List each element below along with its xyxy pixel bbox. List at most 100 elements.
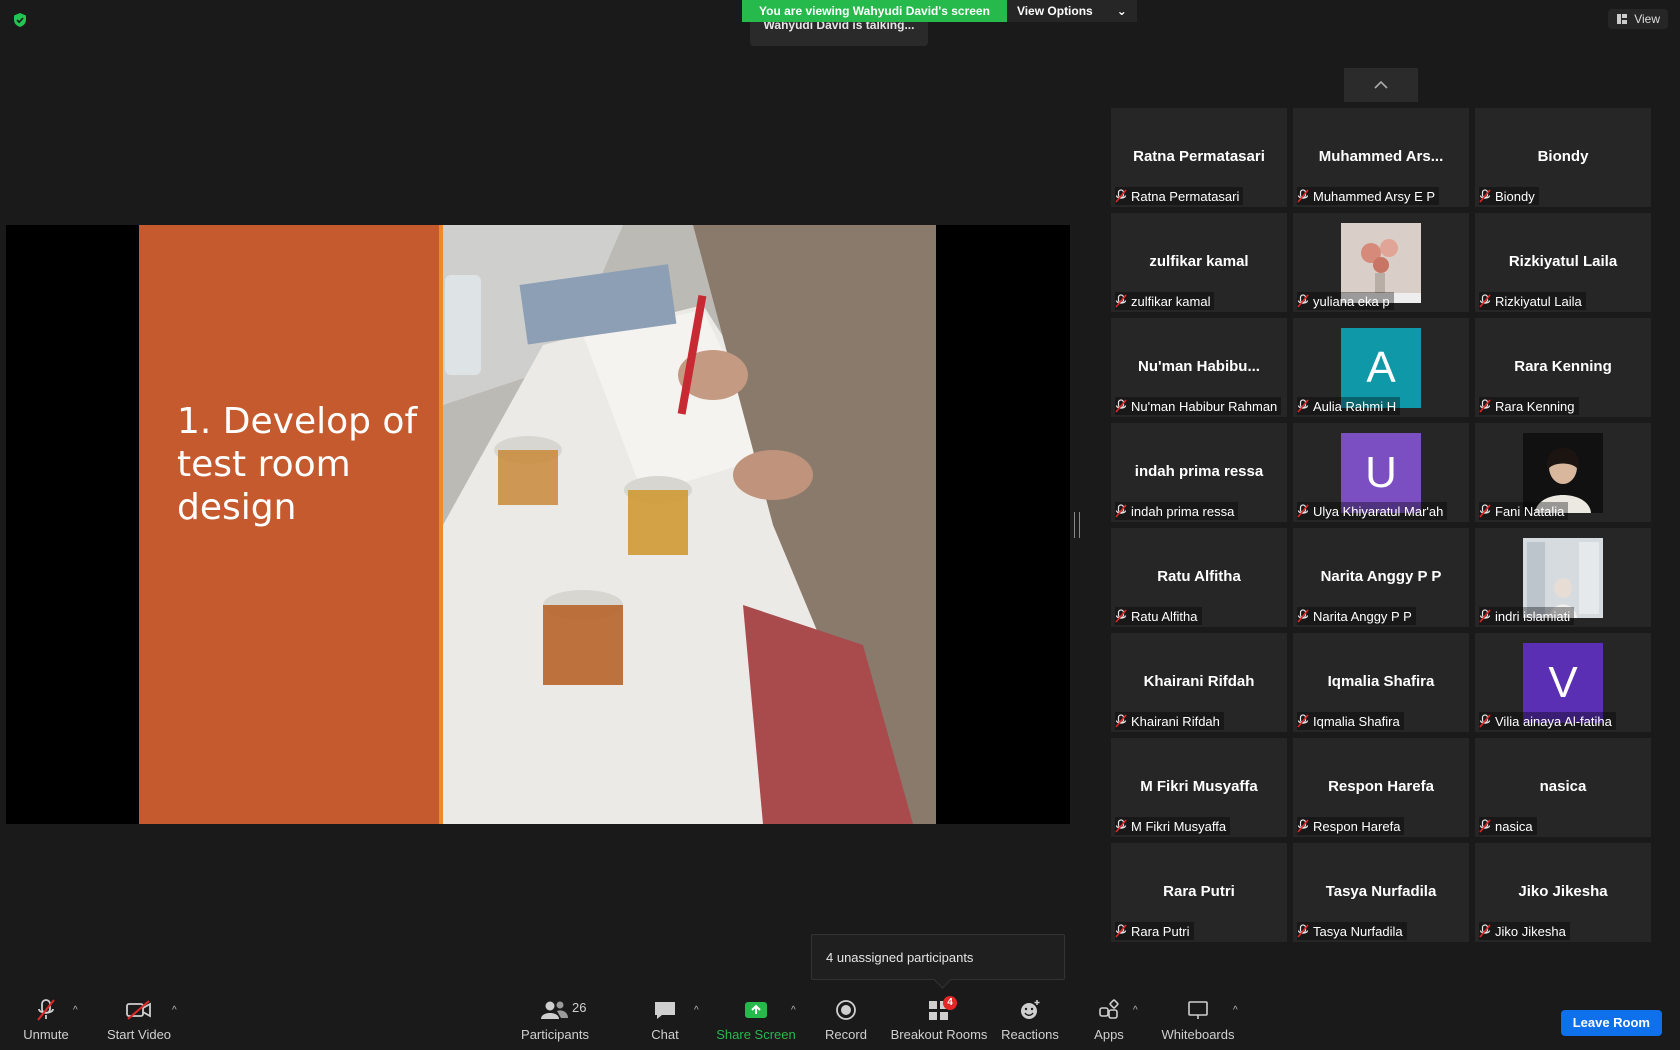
share-screen-label: Share Screen: [716, 1027, 796, 1042]
unassigned-participants-text: 4 unassigned participants: [826, 950, 974, 965]
participant-tile[interactable]: Khairani Rifdah Khairani Rifdah: [1111, 633, 1287, 732]
participants-label: Participants: [521, 1027, 589, 1042]
participant-tile[interactable]: indri islamiati: [1475, 528, 1651, 627]
participant-name-label: Aulia Rahmi H: [1297, 397, 1401, 415]
participant-display-name: nasica: [1539, 778, 1587, 795]
participant-avatar: A: [1341, 328, 1421, 408]
apps-label: Apps: [1094, 1027, 1124, 1042]
microphone-muted-icon: [1479, 714, 1491, 728]
participant-display-name: Narita Anggy P P: [1320, 568, 1442, 585]
chevron-down-icon: ⌄: [1116, 4, 1127, 18]
participant-tile[interactable]: Muhammed Ars... Muhammed Arsy E P: [1293, 108, 1469, 207]
participant-name-label: indri islamiati: [1479, 607, 1575, 625]
microphone-muted-icon: [1115, 819, 1127, 833]
participant-display-name: Biondy: [1537, 148, 1589, 165]
microphone-muted-icon: [1297, 609, 1309, 623]
participant-tile[interactable]: Ratu Alfitha Ratu Alfitha: [1111, 528, 1287, 627]
participant-name-label: Nu'man Habibur Rahman: [1115, 397, 1282, 415]
reactions-label: Reactions: [1001, 1027, 1059, 1042]
unmute-button[interactable]: Unmute: [22, 995, 70, 1050]
participant-tile[interactable]: zulfikar kamal zulfikar kamal: [1111, 213, 1287, 312]
participant-tile[interactable]: Rara Putri Rara Putri: [1111, 843, 1287, 942]
microphone-muted-icon: [1115, 609, 1127, 623]
participant-name-label: Ratu Alfitha: [1115, 607, 1202, 625]
shared-screen[interactable]: 1. Develop of test room design: [6, 225, 1070, 824]
microphone-muted-icon: [1479, 819, 1491, 833]
view-layout-button[interactable]: View: [1608, 9, 1668, 29]
participant-name: Vilia ainaya Al-fatiha: [1495, 713, 1612, 729]
participant-name-label: Iqmalia Shafira: [1297, 712, 1404, 730]
participant-name: Ulya Khiyaratul Mar'ah: [1313, 503, 1444, 519]
apps-options-caret-icon[interactable]: ^: [1133, 1005, 1138, 1016]
participants-count: 26: [572, 1000, 587, 1015]
microphone-muted-icon: [1297, 399, 1309, 413]
participant-display-name: Rara Kenning: [1514, 358, 1612, 375]
microphone-muted-icon: [1115, 294, 1127, 308]
participant-avatar: U: [1341, 433, 1421, 513]
collapse-gallery-button[interactable]: [1344, 68, 1418, 102]
panel-resize-handle[interactable]: [1074, 512, 1080, 538]
breakout-rooms-label: Breakout Rooms: [890, 1027, 988, 1042]
microphone-muted-icon: [1479, 504, 1491, 518]
microphone-muted-icon: [1479, 399, 1491, 413]
participant-tile[interactable]: Tasya Nurfadila Tasya Nurfadila: [1293, 843, 1469, 942]
audio-options-caret-icon[interactable]: ^: [73, 1005, 78, 1016]
participant-tile[interactable]: Jiko Jikesha Jiko Jikesha: [1475, 843, 1651, 942]
microphone-muted-icon: [1479, 924, 1491, 938]
participant-display-name: Ratna Permatasari: [1133, 148, 1265, 165]
video-options-caret-icon[interactable]: ^: [172, 1005, 177, 1016]
participant-tile[interactable]: indah prima ressa indah prima ressa: [1111, 423, 1287, 522]
participant-tile[interactable]: Respon Harefa Respon Harefa: [1293, 738, 1469, 837]
view-options-button[interactable]: View Options ⌄: [1006, 0, 1137, 22]
participant-tile[interactable]: Narita Anggy P P Narita Anggy P P: [1293, 528, 1469, 627]
start-video-button[interactable]: Start Video: [106, 995, 172, 1050]
unassigned-participants-tooltip[interactable]: 4 unassigned participants: [811, 934, 1065, 989]
whiteboards-button[interactable]: Whiteboards: [1160, 995, 1236, 1050]
participant-display-name: zulfikar kamal: [1149, 253, 1249, 270]
reactions-button[interactable]: Reactions: [1001, 995, 1059, 1050]
participant-display-name: Nu'man Habibu...: [1138, 358, 1260, 375]
share-options-caret-icon[interactable]: ^: [791, 1005, 796, 1016]
breakout-rooms-button[interactable]: 4 Breakout Rooms: [891, 995, 987, 1050]
participant-display-name: M Fikri Musyaffa: [1140, 778, 1258, 795]
participant-name-label: Khairani Rifdah: [1115, 712, 1224, 730]
screen-share-banner: You are viewing Wahyudi David's screen V…: [742, 0, 1137, 22]
participant-display-name: indah prima ressa: [1134, 463, 1264, 480]
chat-button[interactable]: Chat: [645, 995, 685, 1050]
participant-tile[interactable]: Fani Natalia: [1475, 423, 1651, 522]
apps-button[interactable]: Apps: [1093, 995, 1125, 1050]
participant-name: Khairani Rifdah: [1131, 713, 1220, 729]
participant-tile[interactable]: M Fikri Musyaffa M Fikri Musyaffa: [1111, 738, 1287, 837]
share-screen-button[interactable]: Share Screen: [716, 995, 796, 1050]
participant-tile[interactable]: nasica nasica: [1475, 738, 1651, 837]
participant-name: Respon Harefa: [1313, 818, 1401, 834]
participant-tile[interactable]: V Vilia ainaya Al-fatiha: [1475, 633, 1651, 732]
participant-name: zulfikar kamal: [1131, 293, 1211, 309]
participant-tile[interactable]: Iqmalia Shafira Iqmalia Shafira: [1293, 633, 1469, 732]
microphone-muted-icon: [1115, 924, 1127, 938]
participant-tile[interactable]: Rizkiyatul Laila Rizkiyatul Laila: [1475, 213, 1651, 312]
participant-name-label: Fani Natalia: [1479, 502, 1569, 520]
participant-tile[interactable]: Biondy Biondy: [1475, 108, 1651, 207]
record-label: Record: [825, 1027, 867, 1042]
encryption-shield-icon[interactable]: [12, 12, 28, 28]
record-button[interactable]: Record: [825, 995, 867, 1050]
active-speaker-indicator: Wahyudi David is talking...: [750, 18, 928, 46]
participants-button[interactable]: 26 Participants: [520, 995, 590, 1050]
participant-tile[interactable]: yuliana eka p: [1293, 213, 1469, 312]
participant-tile[interactable]: A Aulia Rahmi H: [1293, 318, 1469, 417]
participant-name: Iqmalia Shafira: [1313, 713, 1400, 729]
participant-tile[interactable]: Rara Kenning Rara Kenning: [1475, 318, 1651, 417]
participant-name-label: Rizkiyatul Laila: [1479, 292, 1586, 310]
participant-name-label: Muhammed Arsy E P: [1297, 187, 1440, 205]
whiteboards-options-caret-icon[interactable]: ^: [1233, 1005, 1238, 1016]
participant-tile[interactable]: U Ulya Khiyaratul Mar'ah: [1293, 423, 1469, 522]
start-video-label: Start Video: [106, 1027, 172, 1042]
participant-name-label: indah prima ressa: [1115, 502, 1239, 520]
chat-options-caret-icon[interactable]: ^: [694, 1005, 699, 1016]
participant-tile[interactable]: Ratna Permatasari Ratna Permatasari: [1111, 108, 1287, 207]
participant-tile[interactable]: Nu'man Habibu... Nu'man Habibur Rahman: [1111, 318, 1287, 417]
participant-name: Biondy: [1495, 188, 1535, 204]
participant-name-label: Rara Putri: [1115, 922, 1194, 940]
leave-room-button[interactable]: Leave Room: [1560, 1010, 1662, 1036]
